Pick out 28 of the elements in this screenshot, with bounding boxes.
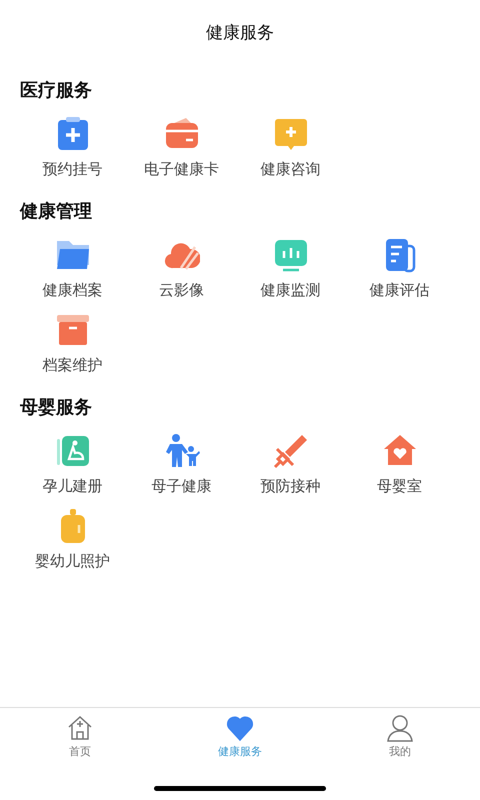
service-item[interactable]: 档案维护	[18, 312, 127, 375]
service-item[interactable]: 母婴室	[345, 433, 454, 496]
section-title: 健康管理	[20, 200, 93, 223]
page-title: 健康服务	[206, 22, 274, 44]
person-icon	[386, 714, 414, 742]
section-title: 母婴服务	[20, 396, 93, 419]
service-item[interactable]: 婴幼儿照护	[18, 508, 127, 571]
family-icon	[164, 433, 200, 469]
service-item[interactable]: 健康咨询	[236, 116, 345, 179]
chat-icon	[272, 116, 308, 152]
tab[interactable]: 首页	[0, 708, 160, 766]
pregnant-icon	[54, 433, 90, 469]
tab[interactable]: 我的	[320, 708, 480, 766]
service-item[interactable]: 预约挂号	[18, 116, 127, 179]
section-title: 医疗服务	[20, 79, 93, 102]
service-item[interactable]: 云影像	[127, 237, 236, 300]
monitor-icon	[272, 237, 308, 273]
service-item[interactable]: 健康档案	[18, 237, 127, 300]
home-icon	[66, 714, 94, 742]
service-item[interactable]: 孕儿建册	[18, 433, 127, 496]
archive-icon	[54, 312, 90, 348]
syringe-icon	[272, 433, 308, 469]
service-item[interactable]: 电子健康卡	[127, 116, 236, 179]
service-item[interactable]: 健康监测	[236, 237, 345, 300]
heart-icon	[226, 714, 254, 742]
service-item[interactable]: 母子健康	[127, 433, 236, 496]
service-item[interactable]: 预防接种	[236, 433, 345, 496]
service-item[interactable]: 健康评估	[345, 237, 454, 300]
